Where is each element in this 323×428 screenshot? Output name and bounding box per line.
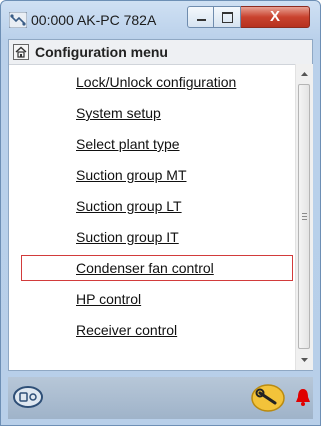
app-window: 00:000 AK-PC 782A X Configuration menu L… (0, 0, 321, 426)
scroll-up-arrow-icon[interactable] (296, 66, 313, 83)
configuration-menu-list: Lock/Unlock configuration System setup S… (9, 64, 294, 370)
thumb-grip-line (302, 216, 307, 217)
menu-item-suction-group-lt[interactable]: Suction group LT (21, 193, 293, 219)
maximize-icon (222, 12, 233, 23)
minimize-icon (197, 19, 206, 21)
content-pane: Configuration menu Lock/Unlock configura… (8, 39, 313, 371)
minimize-button[interactable] (187, 6, 214, 28)
thumb-grip-line (302, 213, 307, 214)
menu-item-label: System setup (76, 105, 161, 121)
status-bar (8, 377, 313, 419)
menu-item-lock-unlock-configuration[interactable]: Lock/Unlock configuration (21, 69, 293, 95)
menu-item-condenser-fan-control[interactable]: Condenser fan control (21, 255, 293, 281)
menu-item-label: Suction group MT (76, 167, 187, 183)
menu-item-label: Suction group IT (76, 229, 179, 245)
menu-item-system-setup[interactable]: System setup (21, 100, 293, 126)
menu-item-label: HP control (76, 291, 142, 307)
menu-item-suction-group-mt[interactable]: Suction group MT (21, 162, 293, 188)
menu-item-select-plant-type[interactable]: Select plant type (21, 131, 293, 157)
maximize-button[interactable] (214, 6, 241, 28)
wrench-icon[interactable] (250, 383, 286, 413)
menu-header: Configuration menu (9, 40, 312, 65)
menu-item-label: Lock/Unlock configuration (76, 74, 237, 90)
menu-item-receiver-control[interactable]: Receiver control (21, 317, 293, 343)
menu-item-suction-group-it[interactable]: Suction group IT (21, 224, 293, 250)
window-title: 00:000 AK-PC 782A (31, 12, 157, 28)
alarm-bell-icon[interactable] (294, 387, 312, 407)
menu-item-label: Condenser fan control (76, 260, 214, 276)
controller-icon[interactable] (12, 385, 44, 409)
menu-item-label: Receiver control (76, 322, 178, 338)
scrollbar-thumb[interactable] (298, 84, 310, 349)
network-icon (9, 12, 27, 28)
menu-item-label: Suction group LT (76, 198, 182, 214)
thumb-grip-line (302, 219, 307, 220)
scroll-down-arrow-icon[interactable] (296, 351, 313, 368)
page-title: Configuration menu (35, 44, 168, 60)
vertical-scrollbar[interactable] (295, 64, 313, 370)
close-button[interactable]: X (241, 6, 310, 28)
menu-item-hp-control[interactable]: HP control (21, 286, 293, 312)
menu-item-label: Select plant type (76, 136, 180, 152)
home-icon[interactable] (13, 44, 29, 60)
title-bar[interactable]: 00:000 AK-PC 782A X (1, 1, 320, 39)
close-icon: X (269, 8, 280, 25)
